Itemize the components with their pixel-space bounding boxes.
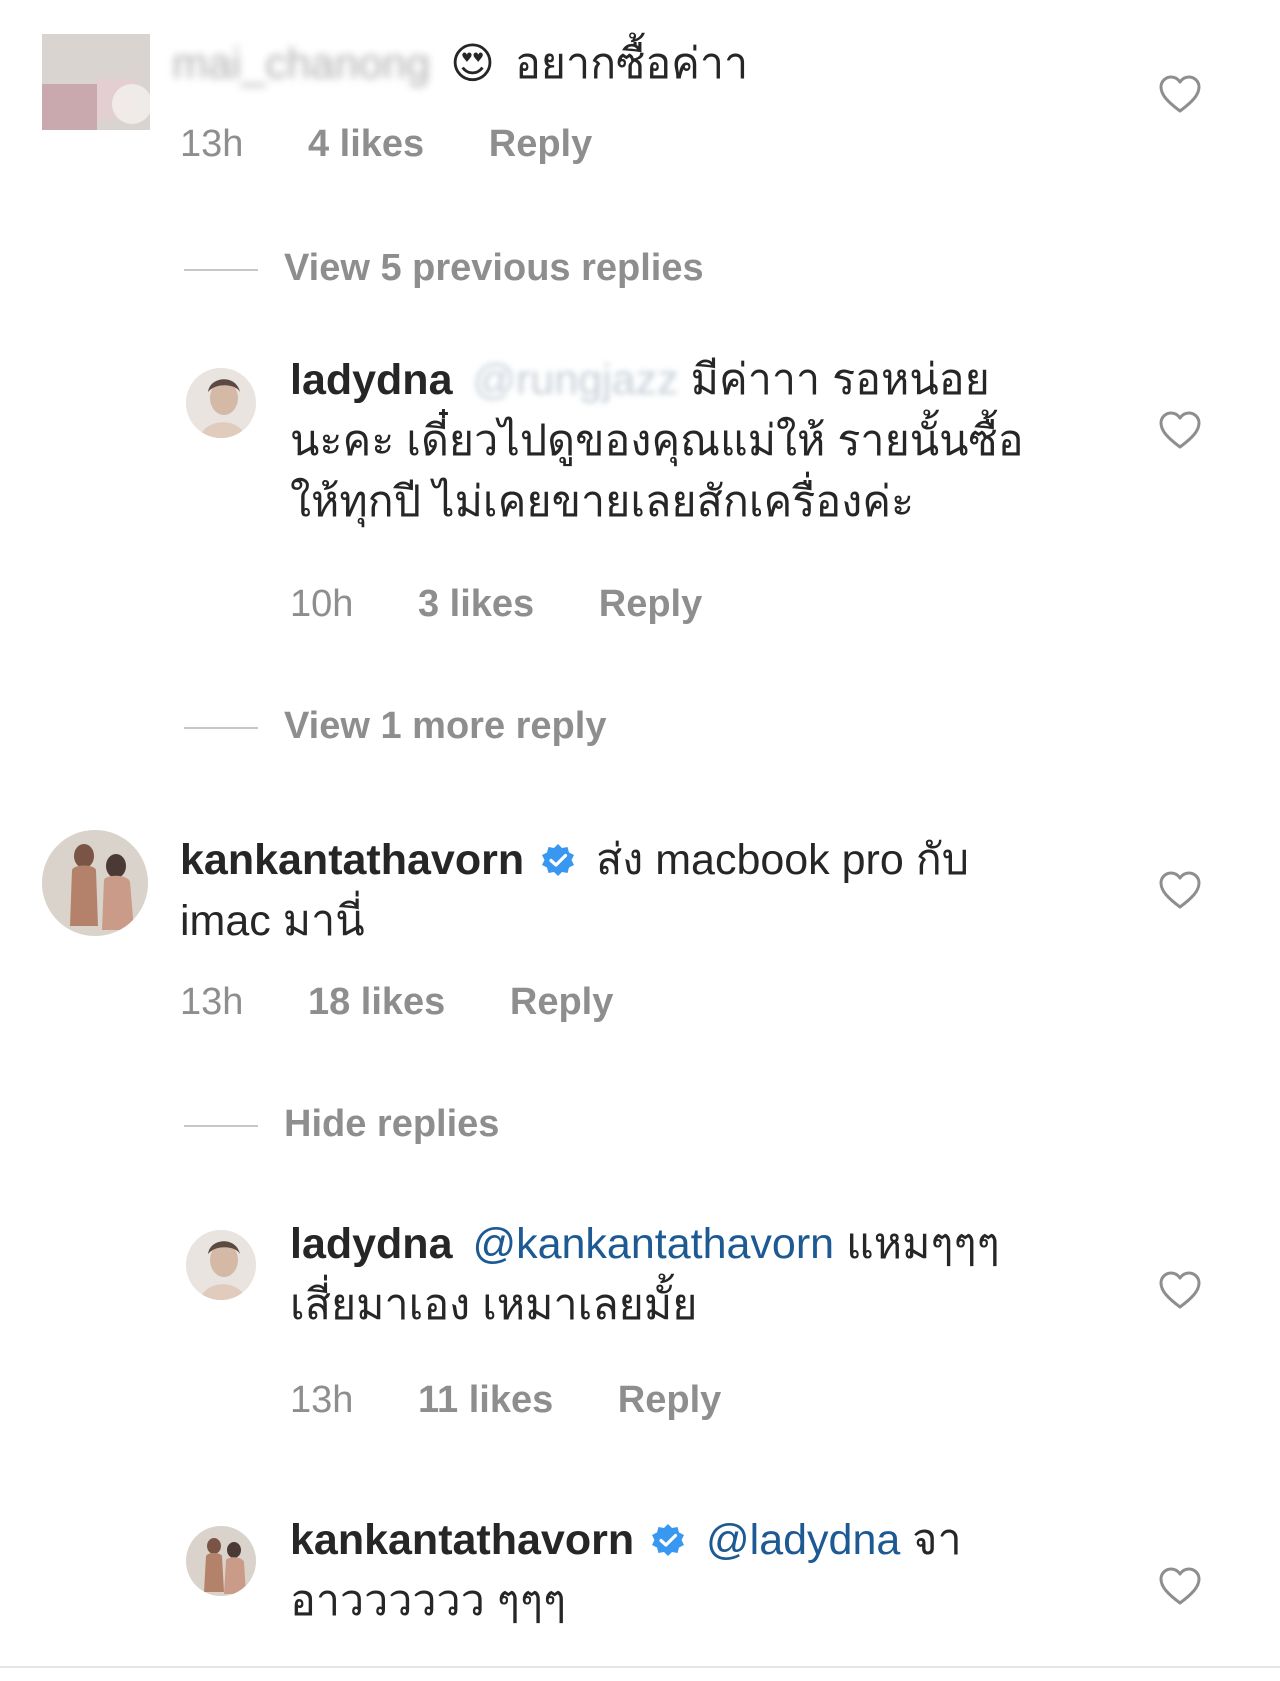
avatar[interactable] [42,830,148,936]
divider-line [184,1124,258,1127]
reply-button[interactable]: Reply [618,1378,721,1422]
comment-meta: 13h 18 likes Reply [180,980,613,1024]
hide-replies-button[interactable]: Hide replies [184,1102,499,1146]
reply-button[interactable]: Reply [510,980,613,1024]
avatar[interactable] [186,368,256,438]
comment-body-line-1: แหมๆๆๆ [846,1220,1000,1268]
divider-line [184,268,258,271]
mention-link[interactable]: @ladydna [706,1516,900,1564]
view-previous-replies-button[interactable]: View 5 previous replies [184,246,704,290]
comment-1: mai_chanong 😍 อยากซื้อค่าา 13h 4 likes R… [0,0,1280,180]
comment-body-line-1: จา [912,1516,962,1564]
like-heart-icon[interactable] [1158,1566,1202,1606]
bottom-divider [0,1666,1280,1668]
comment-body: อยากซื้อค่าา [514,40,749,88]
divider-line [184,726,258,729]
username-link[interactable]: kankantathavorn [180,836,524,884]
username-link[interactable]: ladydna [290,356,453,404]
timestamp[interactable]: 13h [180,122,243,166]
view-more-replies-button[interactable]: View 1 more reply [184,704,606,748]
likes-count[interactable]: 11 likes [418,1378,553,1422]
verified-badge-icon [542,844,575,876]
username-link[interactable]: ladydna [290,1220,453,1268]
comment-2: kankantathavorn ส่ง macbook pro กับ imac… [0,830,1280,1040]
comment-meta: 13h 11 likes Reply [290,1378,721,1422]
timestamp[interactable]: 13h [180,980,243,1024]
reply-button[interactable]: Reply [599,582,702,626]
comment-body-line-1: มีค่าาา รอหน่อย [690,356,990,404]
likes-count[interactable]: 18 likes [308,980,445,1024]
comment-meta: 10h 3 likes Reply [290,582,702,626]
toggle-label: View 1 more reply [284,705,607,747]
comment-text: ladydna @kankantathavorn แหมๆๆๆ เสี่ยมาเ… [290,1214,1150,1336]
mention-link-blurred[interactable]: @rungjazz [472,356,678,404]
likes-count[interactable]: 3 likes [418,582,534,626]
heart-eyes-emoji: 😍 [450,40,495,88]
comment-thread: mai_chanong 😍 อยากซื้อค่าา 13h 4 likes R… [0,0,1280,1681]
timestamp[interactable]: 10h [290,582,353,626]
comment-text: kankantathavorn ส่ง macbook pro กับ imac… [180,830,1080,952]
comment-body-line-2: นะคะ เดี๋ยวไปดูของคุณแม่ให้ รายนั้นซื้อ [290,417,1024,465]
comment-body-line-3: ให้ทุกปี ไม่เคยขายเลยสักเครื่องค่ะ [290,478,915,526]
toggle-label: Hide replies [284,1103,500,1145]
toggle-label: View 5 previous replies [284,247,704,289]
reply-button[interactable]: Reply [489,122,592,166]
comment-body-line-1: ส่ง macbook pro กับ [596,836,970,884]
comment-body-line-2: เสี่ยมาเอง เหมาเลยมั้ย [290,1281,698,1329]
comment-body-line-2: อาวววววว ๆๆๆ [290,1577,567,1625]
comment-text: mai_chanong 😍 อยากซื้อค่าา [172,34,1072,95]
reply-1: ladydna @rungjazz มีค่าาา รอหน่อย นะคะ เ… [0,350,1280,640]
like-heart-icon[interactable] [1158,410,1202,450]
like-heart-icon[interactable] [1158,870,1202,910]
username-link[interactable]: kankantathavorn [290,1516,634,1564]
avatar[interactable] [186,1230,256,1300]
like-heart-icon[interactable] [1158,74,1202,114]
mention-link[interactable]: @kankantathavorn [472,1220,834,1268]
comment-text: kankantathavorn @ladydna จา อาวววววว ๆๆๆ [290,1510,1150,1632]
reply-3: kankantathavorn @ladydna จา อาวววววว ๆๆๆ [0,1516,1280,1662]
verified-badge-icon [652,1524,685,1556]
comment-meta: 13h 4 likes Reply [180,122,592,166]
timestamp[interactable]: 13h [290,1378,353,1422]
comment-body-line-2: imac มานี่ [180,897,365,945]
likes-count[interactable]: 4 likes [308,122,424,166]
avatar-blurred[interactable] [42,34,150,142]
username-blurred[interactable]: mai_chanong [172,34,430,95]
like-heart-icon[interactable] [1158,1270,1202,1310]
comment-text: ladydna @rungjazz มีค่าาา รอหน่อย นะคะ เ… [290,350,1150,533]
reply-2: ladydna @kankantathavorn แหมๆๆๆ เสี่ยมาเ… [0,1220,1280,1436]
avatar[interactable] [186,1526,256,1596]
